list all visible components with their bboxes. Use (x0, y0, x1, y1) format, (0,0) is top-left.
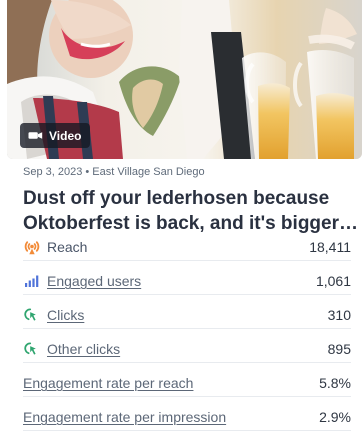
cursor-click-icon (23, 306, 41, 324)
metric-divider (23, 328, 351, 329)
metric-label-engagement-rate-per-impression[interactable]: Engagement rate per impression (23, 409, 226, 425)
metric-row-other-clicks: Other clicks 895 (23, 338, 351, 360)
metric-row-engagement-rate-per-impression: Engagement rate per impression 2.9% (23, 406, 351, 428)
video-label: Video (49, 128, 82, 143)
metric-label-group: Engagement rate per reach (23, 375, 193, 391)
video-camera-icon (28, 131, 43, 140)
post-title-line-1: Dust off your lederhosen because (23, 188, 330, 209)
cursor-click-icon (23, 340, 41, 358)
metric-divider (23, 362, 351, 363)
metric-row-clicks: Clicks 310 (23, 304, 351, 326)
metric-label-reach: Reach (47, 239, 88, 255)
metric-label-engaged-users[interactable]: Engaged users (47, 273, 141, 289)
metric-value-reach: 18,411 (309, 239, 351, 255)
metric-row-reach: Reach 18,411 (23, 236, 351, 258)
metric-value-engagement-rate-per-reach: 5.8% (319, 375, 351, 391)
metric-label-group: Clicks (23, 306, 84, 324)
metric-label-other-clicks[interactable]: Other clicks (47, 341, 120, 357)
video-badge: Video (20, 123, 91, 148)
metric-divider (23, 260, 351, 261)
post-title-line-2: Oktoberfest is back, and it's bigger… (23, 213, 357, 234)
metric-label-group: Engagement rate per impression (23, 409, 226, 425)
post-title[interactable]: Dust off your lederhosen because Oktober… (23, 186, 357, 236)
post-media-thumbnail[interactable]: Video (7, 0, 362, 159)
broadcast-icon (23, 238, 41, 256)
metric-row-engagement-rate-per-reach: Engagement rate per reach 5.8% (23, 372, 351, 394)
metric-divider (23, 430, 351, 431)
metric-row-engaged-users: Engaged users 1,061 (23, 270, 351, 292)
post-meta: Sep 3, 2023 • East Village San Diego (23, 166, 205, 178)
metric-value-clicks: 310 (327, 307, 351, 323)
metric-label-group: Engaged users (23, 272, 141, 290)
metric-label-group: Reach (23, 238, 87, 256)
metric-divider (23, 396, 351, 397)
metric-divider (23, 294, 351, 295)
post-analytics-card: Video Sep 3, 2023 • East Village San Die… (0, 0, 362, 439)
metric-label-group: Other clicks (23, 340, 120, 358)
metric-value-engaged-users: 1,061 (315, 273, 351, 289)
bar-chart-icon (23, 272, 41, 290)
metric-value-engagement-rate-per-impression: 2.9% (319, 409, 351, 425)
metric-label-engagement-rate-per-reach[interactable]: Engagement rate per reach (23, 375, 193, 391)
metric-value-other-clicks: 895 (327, 341, 351, 357)
metric-label-clicks[interactable]: Clicks (47, 307, 84, 323)
